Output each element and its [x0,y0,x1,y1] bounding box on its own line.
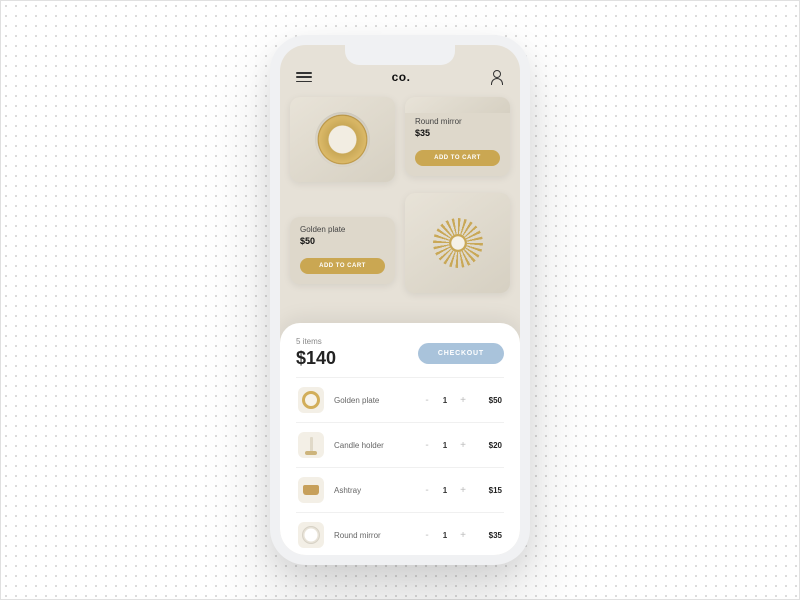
cart-item: Golden plate - 1 + $50 [296,377,504,422]
item-thumb [298,432,324,458]
add-to-cart-button[interactable]: ADD TO CART [415,150,500,166]
item-thumb [298,522,324,548]
product-image [405,97,510,113]
cart-count: 5 items [296,337,336,346]
brand-logo: co. [392,70,411,84]
product-image [290,97,395,182]
cart-item: Round mirror - 1 + $35 [296,512,504,555]
product-card[interactable] [290,97,395,182]
product-price: $50 [300,236,385,246]
product-name: Golden plate [300,225,385,234]
item-price: $15 [468,486,502,495]
item-qty: 1 [440,486,450,495]
cart-panel: 5 items $140 CHECKOUT Golden plate - 1 +… [280,323,520,555]
item-price: $50 [468,396,502,405]
product-card[interactable]: Round mirror $35 ADD TO CART [405,97,510,176]
qty-decrease-button[interactable]: - [422,485,432,496]
item-qty: 1 [440,396,450,405]
product-card[interactable] [405,193,510,293]
item-name: Ashtray [334,486,422,495]
qty-increase-button[interactable]: + [458,530,468,541]
product-card[interactable]: Golden plate $50 ADD TO CART [290,217,395,284]
cart-item: Ashtray - 1 + $15 [296,467,504,512]
item-price: $20 [468,441,502,450]
menu-icon[interactable] [296,72,312,82]
qty-decrease-button[interactable]: - [422,530,432,541]
cart-total: $140 [296,348,336,369]
qty-increase-button[interactable]: + [458,395,468,406]
item-thumb [298,477,324,503]
item-qty: 1 [440,531,450,540]
qty-decrease-button[interactable]: - [422,440,432,451]
notch [345,45,455,65]
product-grid: Round mirror $35 ADD TO CART Golden plat… [280,93,520,323]
item-name: Golden plate [334,396,422,405]
item-name: Candle holder [334,441,422,450]
checkout-button[interactable]: CHECKOUT [418,343,504,364]
product-image [405,193,510,293]
screen: co. Round mirror $35 ADD TO CART Golden … [280,45,520,555]
qty-decrease-button[interactable]: - [422,395,432,406]
item-name: Round mirror [334,531,422,540]
item-price: $35 [468,531,502,540]
phone-mockup: co. Round mirror $35 ADD TO CART Golden … [270,35,530,565]
add-to-cart-button[interactable]: ADD TO CART [300,258,385,274]
product-price: $35 [415,128,500,138]
item-thumb [298,387,324,413]
qty-increase-button[interactable]: + [458,440,468,451]
user-icon[interactable] [490,70,504,84]
qty-increase-button[interactable]: + [458,485,468,496]
product-name: Round mirror [415,117,500,126]
cart-item: Candle holder - 1 + $20 [296,422,504,467]
item-qty: 1 [440,441,450,450]
